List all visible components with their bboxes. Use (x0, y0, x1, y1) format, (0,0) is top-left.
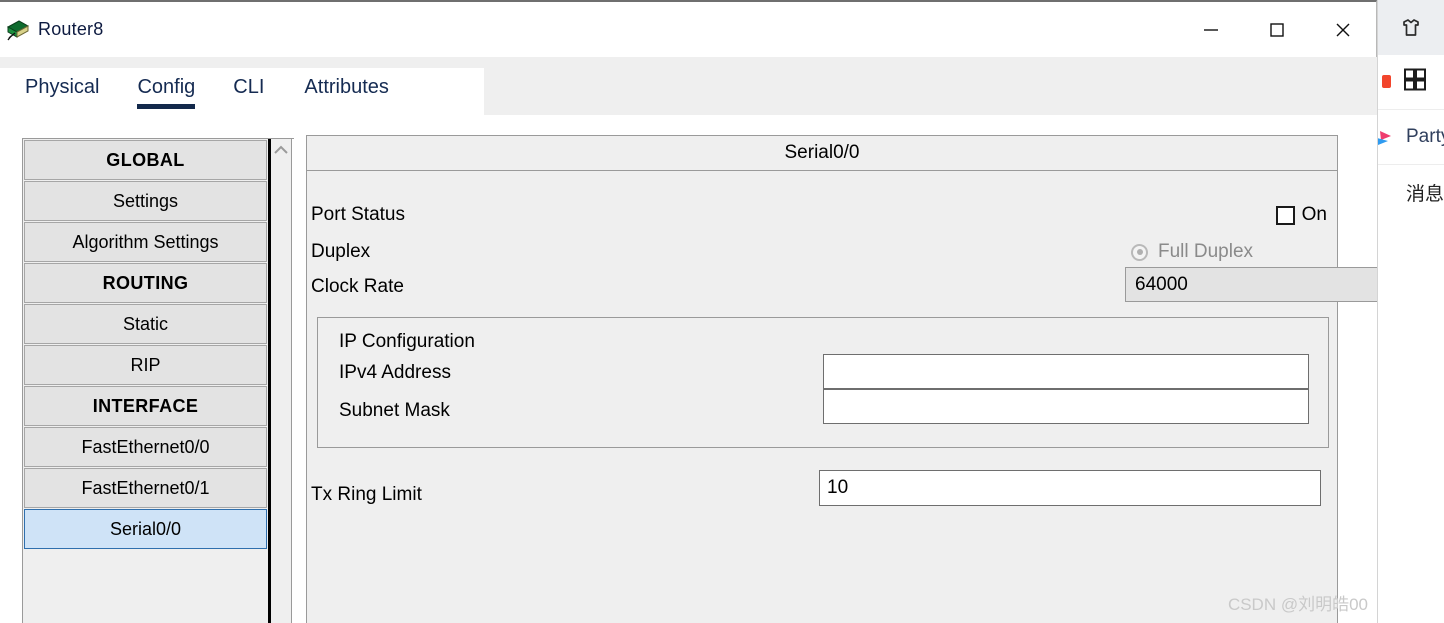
subnet-mask-input[interactable] (823, 389, 1309, 424)
tab-attributes[interactable]: Attributes (304, 68, 388, 99)
sidebar-item-label: Static (122, 313, 169, 334)
screenshot-root: Router8 Physical Config CLI Attributes G… (0, 0, 1444, 623)
ipv4-address-input[interactable] (823, 354, 1309, 389)
sidebar-item-routing[interactable]: ROUTING (24, 263, 267, 303)
full-duplex-label: Full Duplex (1158, 241, 1254, 262)
grid-apps-icon (1402, 67, 1428, 98)
tx-ring-limit-input[interactable]: 10 (819, 470, 1321, 506)
tx-ring-limit-row: Tx Ring Limit 10 (311, 470, 1335, 506)
sidebar-item-fastethernet0-0[interactable]: FastEthernet0/0 (24, 427, 267, 467)
sidebar-item-label: FastEthernet0/0 (81, 436, 210, 457)
sidebar-item-settings[interactable]: Settings (24, 181, 267, 221)
tab-cli[interactable]: CLI (233, 68, 264, 99)
tshirt-icon[interactable] (1378, 0, 1444, 55)
interface-config-panel: Serial0/0 Port Status On Duplex Full Dup… (306, 135, 1444, 623)
background-app-strip: Party 消息 (1377, 0, 1444, 623)
clock-rate-label: Clock Rate (311, 276, 404, 297)
sidebar-scrollbar[interactable] (271, 139, 292, 623)
sidebar-item-label: Serial0/0 (109, 518, 182, 539)
sidebar-list: GLOBAL Settings Algorithm Settings ROUTI… (23, 139, 271, 623)
ip-configuration-group: IP Configuration IPv4 Address Subnet Mas… (317, 317, 1329, 448)
minimize-button[interactable] (1178, 2, 1244, 57)
watermark: CSDN @刘明皓00 (1227, 595, 1368, 614)
ipv4-address-label: IPv4 Address (339, 362, 451, 383)
router-icon (6, 18, 30, 42)
notification-dot-icon (1378, 71, 1392, 93)
port-status-checkbox[interactable] (1275, 205, 1295, 225)
close-button[interactable] (1310, 2, 1376, 57)
port-status-control: On (1275, 204, 1327, 226)
config-body: GLOBAL Settings Algorithm Settings ROUTI… (0, 115, 1444, 623)
sidebar-item-global[interactable]: GLOBAL (24, 140, 267, 180)
sidebar-item-static[interactable]: Static (24, 304, 267, 344)
port-status-label: Port Status (311, 204, 405, 225)
sidebar-item-label: ROUTING (102, 272, 189, 293)
sidebar-item-label: FastEthernet0/1 (81, 477, 210, 498)
duplex-row: Duplex Full Duplex (311, 241, 1335, 263)
window-titlebar: Router8 (0, 2, 1376, 57)
close-icon (1336, 23, 1350, 36)
party-label: Party (1406, 126, 1444, 147)
scroll-up-button[interactable] (271, 143, 291, 157)
ip-configuration-title: IP Configuration (339, 331, 475, 352)
tab-physical[interactable]: Physical (25, 68, 99, 99)
message-item[interactable]: 消息 (1378, 165, 1444, 220)
tx-ring-limit-label: Tx Ring Limit (311, 484, 422, 505)
tab-physical-label: Physical (25, 76, 100, 98)
tab-attributes-label: Attributes (304, 76, 389, 98)
sidebar-item-fastethernet0-1[interactable]: FastEthernet0/1 (24, 468, 267, 508)
apps-grid-item[interactable] (1378, 55, 1444, 110)
port-status-row: Port Status On (311, 204, 1335, 226)
tab-config[interactable]: Config (137, 68, 196, 109)
sidebar-item-interface[interactable]: INTERFACE (24, 386, 267, 426)
clock-rate-row: Clock Rate 64000 (311, 267, 1444, 302)
full-duplex-radio[interactable] (1131, 243, 1148, 261)
tab-cli-label: CLI (233, 76, 265, 98)
clock-rate-value: 64000 (1135, 273, 1188, 295)
port-status-on-label: On (1301, 204, 1327, 225)
router-config-window: Router8 Physical Config CLI Attributes G… (0, 0, 1444, 623)
sidebar-item-label: INTERFACE (92, 395, 199, 416)
sidebar-item-label: GLOBAL (106, 149, 185, 170)
sidebar-item-label: Settings (112, 190, 179, 211)
duplex-option[interactable]: Full Duplex (1131, 241, 1253, 263)
sidebar-item-rip[interactable]: RIP (24, 345, 267, 385)
window-controls (1178, 2, 1376, 57)
sidebar-item-serial0-0[interactable]: Serial0/0 (24, 509, 267, 549)
panel-title: Serial0/0 (307, 136, 1337, 171)
sidebar-item-algorithm-settings[interactable]: Algorithm Settings (24, 222, 267, 262)
tx-ring-limit-value: 10 (827, 477, 849, 498)
maximize-icon (1270, 22, 1284, 37)
config-sidebar: GLOBAL Settings Algorithm Settings ROUTI… (22, 138, 294, 623)
chevron-up-icon (274, 145, 288, 154)
tabstrip: Physical Config CLI Attributes (0, 68, 484, 115)
party-item[interactable]: Party (1378, 110, 1444, 165)
tab-config-label: Config (137, 76, 196, 98)
sidebar-item-label: Algorithm Settings (72, 231, 219, 252)
window-title: Router8 (38, 19, 104, 39)
party-icon (1378, 126, 1392, 148)
subnet-mask-label: Subnet Mask (339, 400, 450, 421)
duplex-label: Duplex (311, 241, 371, 262)
sidebar-item-label: RIP (130, 354, 161, 375)
minimize-icon (1204, 28, 1218, 31)
message-label: 消息 (1406, 184, 1444, 205)
maximize-button[interactable] (1244, 2, 1310, 57)
